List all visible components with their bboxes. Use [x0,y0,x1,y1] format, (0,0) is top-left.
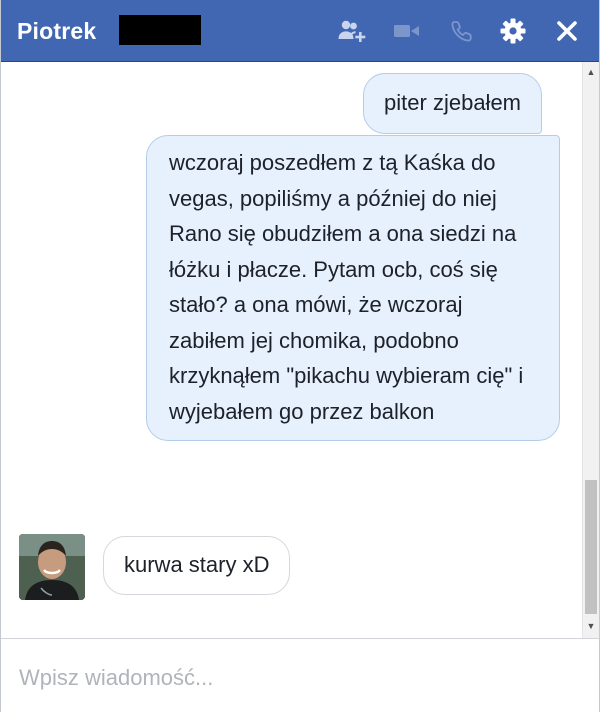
add-people-icon[interactable] [337,16,367,46]
phone-icon[interactable] [447,16,477,46]
scroll-up-arrow-icon[interactable]: ▲ [583,64,599,80]
outgoing-message[interactable]: wczoraj poszedłem z tą Kaśka do vegas, p… [146,135,560,441]
contact-name[interactable]: Piotrek [17,18,96,45]
scroll-down-arrow-icon[interactable]: ▼ [583,618,599,634]
close-icon[interactable] [552,16,582,46]
message-scrollbar[interactable]: ▲ ▼ [582,62,599,638]
message-input[interactable] [19,661,559,695]
redaction-bar [119,15,201,45]
video-camera-icon[interactable] [392,16,422,46]
gear-icon[interactable] [498,16,528,46]
outgoing-message[interactable]: piter zjebałem [363,73,542,134]
message-list[interactable]: piter zjebałem wczoraj poszedłem z tą Ka… [1,62,583,638]
incoming-message[interactable]: kurwa stary xD [103,536,291,595]
scrollbar-thumb[interactable] [585,480,597,614]
message-composer [1,638,599,712]
avatar[interactable] [19,534,85,600]
chat-window: Piotrek piter zjebałem wczoraj poszedłem… [0,0,600,712]
chat-titlebar[interactable]: Piotrek [1,0,599,62]
